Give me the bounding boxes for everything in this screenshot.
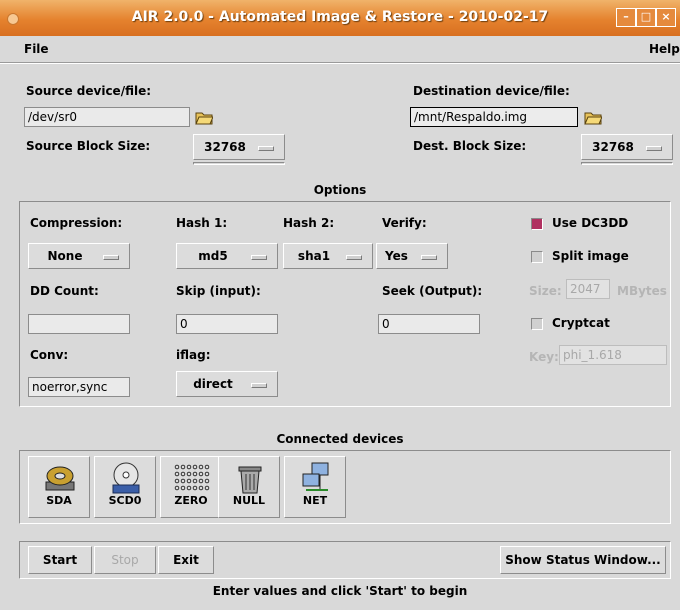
use-dc3dd-checkbox[interactable] xyxy=(531,218,543,230)
window-title: AIR 2.0.0 - Automated Image & Restore - … xyxy=(131,9,549,25)
hash2-value: sha1 xyxy=(297,249,331,263)
source-device-input[interactable]: /dev/sr0 xyxy=(24,107,190,127)
compression-label: Compression: xyxy=(30,216,123,230)
device-null-button[interactable]: NULL xyxy=(218,456,280,518)
exit-button[interactable]: Exit xyxy=(158,546,214,574)
split-image-label: Split image xyxy=(552,249,629,263)
verify-value: Yes xyxy=(385,249,408,263)
title-bar[interactable]: AIR 2.0.0 - Automated Image & Restore - … xyxy=(0,0,680,36)
source-block-size-value: 32768 xyxy=(204,140,246,154)
minimize-icon[interactable]: – xyxy=(616,8,636,27)
source-block-size-label: Source Block Size: xyxy=(26,139,151,153)
verify-label: Verify: xyxy=(382,216,427,230)
use-dc3dd-label: Use DC3DD xyxy=(552,216,629,230)
device-label: SDA xyxy=(46,494,72,507)
hash2-label: Hash 2: xyxy=(283,216,335,230)
source-label: Source device/file: xyxy=(26,84,152,98)
menu-file[interactable]: File xyxy=(24,42,49,56)
iflag-label: iflag: xyxy=(176,348,211,362)
split-image-checkbox[interactable] xyxy=(531,251,543,263)
maximize-icon[interactable]: □ xyxy=(636,8,656,27)
iflag-select[interactable]: direct xyxy=(176,371,278,397)
device-zero-button[interactable]: ZERO xyxy=(160,456,222,518)
device-label: NULL xyxy=(232,494,266,507)
menu-bar: File Help xyxy=(0,36,680,62)
skip-input-label: Skip (input): xyxy=(176,284,261,298)
skip-input[interactable]: 0 xyxy=(176,314,278,334)
compression-value: None xyxy=(47,249,83,263)
dropdown-indicator-icon xyxy=(103,255,119,260)
hash2-select[interactable]: sha1 xyxy=(283,243,373,269)
destination-device-input[interactable]: /mnt/Respaldo.img xyxy=(410,107,578,127)
connected-devices-title: Connected devices xyxy=(276,432,404,446)
status-text: Enter values and click 'Start' to begin xyxy=(212,584,468,598)
hash1-select[interactable]: md5 xyxy=(176,243,278,269)
device-label: ZERO xyxy=(174,494,208,507)
size-input[interactable]: 2047 xyxy=(566,279,610,299)
device-net-button[interactable]: NET xyxy=(284,456,346,518)
seek-output-label: Seek (Output): xyxy=(382,284,483,298)
options-title: Options xyxy=(313,183,367,197)
key-label: Key: xyxy=(529,350,559,364)
hash1-value: md5 xyxy=(198,249,228,263)
destination-block-size-select[interactable]: 32768 xyxy=(581,134,673,160)
menu-help[interactable]: Help xyxy=(649,42,680,56)
dropdown-indicator-icon xyxy=(251,383,267,388)
size-label: Size: xyxy=(529,284,562,298)
stop-button[interactable]: Stop xyxy=(94,546,156,574)
show-status-window-button[interactable]: Show Status Window... xyxy=(500,546,666,574)
device-scd0-button[interactable]: SCD0 xyxy=(94,456,156,518)
cryptcat-checkbox[interactable] xyxy=(531,318,543,330)
destination-block-size-value: 32768 xyxy=(592,140,634,154)
dropdown-indicator-icon xyxy=(346,255,362,260)
device-label: SCD0 xyxy=(108,494,142,507)
size-unit-label: MBytes xyxy=(617,284,667,298)
dropdown-indicator-icon xyxy=(251,255,267,260)
compression-select[interactable]: None xyxy=(28,243,130,269)
seek-input[interactable]: 0 xyxy=(378,314,480,334)
destination-block-size-label: Dest. Block Size: xyxy=(413,139,527,153)
conv-label: Conv: xyxy=(30,348,69,362)
dropdown-indicator-icon xyxy=(258,146,274,151)
dd-count-label: DD Count: xyxy=(30,284,99,298)
source-browse-folder-icon[interactable] xyxy=(195,109,214,125)
dropdown-indicator-icon xyxy=(646,146,662,151)
iflag-value: direct xyxy=(193,377,233,391)
hash1-label: Hash 1: xyxy=(176,216,228,230)
source-block-size-select[interactable]: 32768 xyxy=(193,134,285,160)
key-input[interactable]: phi_1.618 xyxy=(559,345,667,365)
destination-label: Destination device/file: xyxy=(413,84,570,98)
verify-select[interactable]: Yes xyxy=(376,243,448,269)
device-label: NET xyxy=(302,494,328,507)
dropdown-indicator-icon xyxy=(421,255,437,260)
cryptcat-label: Cryptcat xyxy=(552,316,610,330)
close-icon[interactable]: × xyxy=(656,8,676,27)
dd-count-input[interactable] xyxy=(28,314,130,334)
device-sda-button[interactable]: SDA xyxy=(28,456,90,518)
destination-browse-folder-icon[interactable] xyxy=(584,109,603,125)
conv-input[interactable]: noerror,sync xyxy=(28,377,130,397)
start-button[interactable]: Start xyxy=(28,546,92,574)
